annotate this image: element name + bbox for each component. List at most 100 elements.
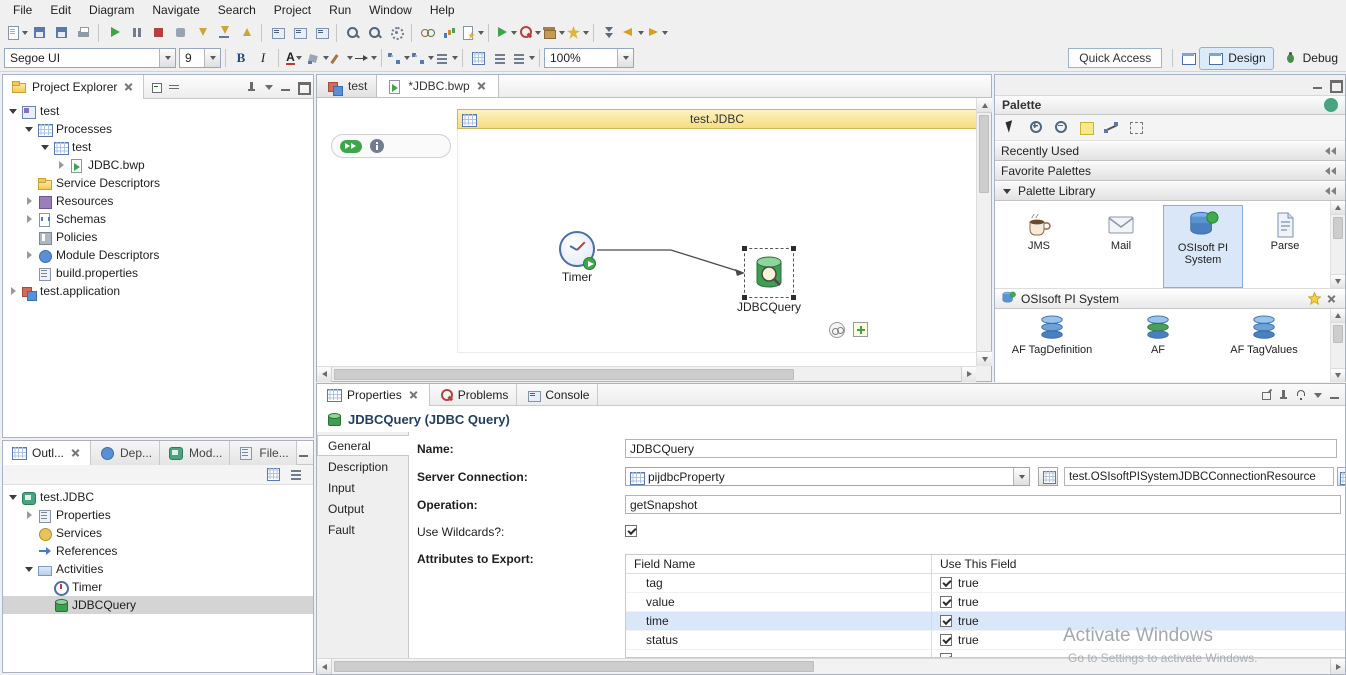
expander-icon[interactable] (7, 105, 20, 118)
zoom-dropdown-icon[interactable] (617, 49, 633, 67)
tree-item-schemas[interactable]: Schemas (3, 210, 313, 228)
tab-properties[interactable]: Properties (317, 384, 430, 406)
tree-item-timer[interactable]: Timer (3, 578, 313, 596)
tab-dependencies[interactable]: Dep... (91, 441, 160, 465)
close-icon[interactable] (69, 446, 83, 460)
pin-view-icon[interactable] (1277, 388, 1291, 402)
palette-item-mail[interactable]: Mail (1081, 205, 1161, 288)
editor-tab-test[interactable]: test (317, 75, 377, 97)
scroll-thumb[interactable] (334, 661, 814, 672)
scroll-down-icon[interactable] (1331, 274, 1345, 288)
scroll-up-icon[interactable] (977, 98, 992, 113)
editor-tab-jdbc-bwp[interactable]: *JDBC.bwp (377, 75, 498, 97)
table-row-tag[interactable]: tag true (626, 574, 1345, 593)
external-run-button[interactable] (541, 22, 565, 44)
search-button[interactable] (341, 22, 363, 44)
tree-item-jdbcquery[interactable]: JDBCQuery (3, 596, 313, 614)
bold-button[interactable]: B (230, 47, 252, 69)
step-over-button[interactable] (213, 22, 235, 44)
menu-search[interactable]: Search (209, 1, 265, 19)
menu-edit[interactable]: Edit (41, 1, 80, 19)
minimize-icon[interactable] (297, 446, 311, 460)
palette-item-osisoft-pi-system[interactable]: OSIsoft PI System (1163, 205, 1243, 288)
tree-item-services[interactable]: Services (3, 524, 313, 542)
help-icon[interactable] (1294, 388, 1308, 402)
font-family-dropdown-icon[interactable] (159, 49, 175, 67)
palette-item-af-tagdefinition[interactable]: AF TagDefinition (999, 312, 1105, 382)
drawer-collapse-icon[interactable] (1324, 185, 1339, 197)
minimize-icon[interactable] (1328, 388, 1342, 402)
side-tab-output[interactable]: Output (317, 498, 408, 519)
run-history-button[interactable] (517, 22, 541, 44)
open-resource-button[interactable] (1337, 467, 1345, 486)
scroll-thumb[interactable] (979, 115, 989, 193)
font-color-button[interactable]: A (283, 47, 305, 69)
tree-item-test-package[interactable]: test (3, 138, 313, 156)
name-input[interactable]: JDBCQuery (625, 439, 1337, 458)
select-connector-button[interactable] (386, 47, 410, 69)
open-new-window-icon[interactable] (1260, 388, 1274, 402)
choose-resource-button[interactable] (1038, 467, 1058, 486)
expander-icon[interactable] (23, 195, 36, 208)
line-color-button[interactable] (329, 47, 353, 69)
use-wildcards-checkbox[interactable] (625, 525, 637, 537)
external-tools-button[interactable] (385, 22, 407, 44)
link-with-editor-icon[interactable] (168, 80, 182, 94)
new-wizard-button[interactable] (460, 22, 484, 44)
minimize-icon[interactable] (1311, 78, 1325, 92)
scroll-right-icon[interactable] (1330, 659, 1345, 674)
fill-color-button[interactable] (305, 47, 329, 69)
scroll-thumb[interactable] (1333, 217, 1343, 239)
tree-item-resources[interactable]: Resources (3, 192, 313, 210)
jdbcquery-activity-node[interactable] (744, 248, 794, 298)
add-activity-icon[interactable] (853, 322, 868, 337)
snap-to-grid-button[interactable] (467, 47, 489, 69)
editor-horizontal-scrollbar[interactable] (317, 366, 976, 381)
drawer-collapse-icon[interactable] (1324, 165, 1339, 177)
operation-input[interactable]: getSnapshot (625, 495, 1341, 514)
tab-outline[interactable]: Outl... (3, 441, 91, 465)
suspend-button[interactable] (125, 22, 147, 44)
use-field-checkbox[interactable] (940, 596, 952, 608)
scroll-right-icon[interactable] (961, 367, 976, 382)
create-link-icon[interactable] (829, 322, 845, 338)
focus-icon[interactable] (245, 80, 259, 94)
connection-resource-field[interactable]: test.OSIsoftPISystemJDBCConnectionResour… (1064, 467, 1334, 486)
palette-item-af[interactable]: AF (1105, 312, 1211, 382)
italic-button[interactable]: I (252, 47, 274, 69)
use-field-checkbox[interactable] (940, 615, 952, 627)
line-style-button[interactable] (353, 47, 377, 69)
quick-access-button[interactable]: Quick Access (1068, 48, 1162, 68)
tree-item-test-application[interactable]: test.application (3, 282, 313, 300)
forward-button[interactable] (644, 22, 668, 44)
tab-modules[interactable]: Mod... (160, 441, 230, 465)
tab-console[interactable]: Console (517, 384, 598, 406)
step-return-button[interactable] (235, 22, 257, 44)
profile-button[interactable] (438, 22, 460, 44)
menu-help[interactable]: Help (421, 1, 464, 19)
table-row-status[interactable]: status true (626, 631, 1345, 650)
expander-icon[interactable] (7, 491, 20, 504)
run-hint-icon[interactable] (340, 140, 362, 153)
palette-pin-icon[interactable] (1324, 98, 1338, 112)
server-connection-combo[interactable]: pijdbcProperty (625, 467, 1030, 486)
server-connection-dropdown-icon[interactable] (1013, 468, 1029, 485)
disconnect-button[interactable] (169, 22, 191, 44)
zoom-in-icon[interactable] (1028, 119, 1046, 137)
tree-item-policies[interactable]: Policies (3, 228, 313, 246)
properties-horizontal-scrollbar[interactable] (317, 658, 1345, 674)
drawer-recently-used[interactable]: Recently Used (995, 141, 1345, 161)
print-button[interactable] (72, 22, 94, 44)
tree-item-activities[interactable]: Activities (3, 560, 313, 578)
menu-window[interactable]: Window (360, 1, 421, 19)
tree-item-service-descriptors[interactable]: Service Descriptors (3, 174, 313, 192)
zoom-out-icon[interactable] (1053, 119, 1071, 137)
collapse-all-icon[interactable] (150, 80, 164, 94)
menu-project[interactable]: Project (265, 1, 320, 19)
process-canvas[interactable]: test.JDBC Timer (317, 98, 976, 366)
process-header[interactable]: test.JDBC (457, 109, 976, 129)
scroll-up-icon[interactable] (1331, 201, 1345, 215)
align-left-button[interactable] (489, 47, 511, 69)
side-tab-description[interactable]: Description (317, 456, 408, 477)
terminate-button[interactable] (147, 22, 169, 44)
